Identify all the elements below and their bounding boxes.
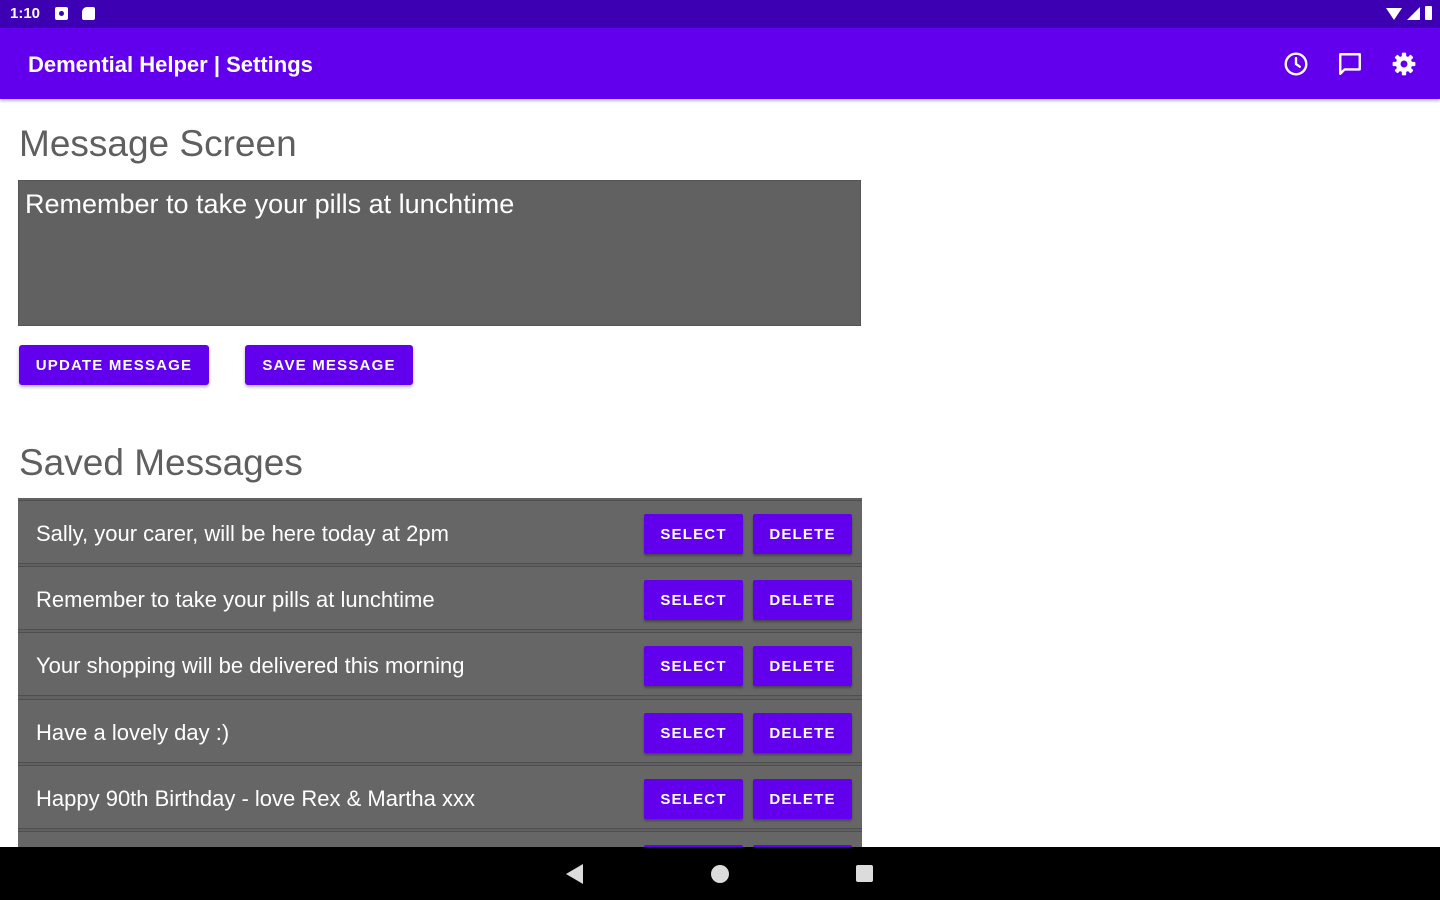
update-message-button[interactable]: UPDATE MESSAGE: [19, 345, 209, 385]
app-actions: [1278, 46, 1422, 82]
save-message-button[interactable]: SAVE MESSAGE: [245, 345, 413, 385]
home-icon[interactable]: [711, 865, 729, 883]
message-input-text: Remember to take your pills at lunchtime: [25, 189, 515, 219]
delete-button[interactable]: DELETE: [753, 646, 852, 686]
delete-button[interactable]: DELETE: [753, 580, 852, 620]
list-item-text: Remember to take your pills at lunchtime: [36, 587, 435, 612]
saved-messages-title: Saved Messages: [19, 442, 303, 483]
sd-card-icon: [82, 7, 95, 20]
recents-icon[interactable]: [856, 865, 873, 882]
status-bar: 1:10: [0, 0, 1440, 28]
list-item: Sally, your carer, will be here today at…: [18, 500, 862, 564]
list-item: Have a lovely day :) SELECT DELETE: [18, 699, 862, 763]
status-right-icons: [1386, 6, 1432, 20]
message-icon: [1339, 53, 1361, 75]
delete-button[interactable]: DELETE: [753, 779, 852, 819]
app-title: Demential Helper | Settings: [28, 52, 313, 77]
notification-icon: [55, 7, 68, 20]
clock-icon: [1284, 52, 1308, 76]
signal-icon: [1407, 7, 1420, 20]
list-item-text: Happy 90th Birthday - love Rex & Martha …: [36, 786, 475, 811]
wifi-icon: [1386, 8, 1402, 20]
list-item: SELECT DELETE: [18, 831, 862, 847]
list-item-text: Sally, your carer, will be here today at…: [36, 521, 449, 546]
status-time: 1:10: [10, 5, 41, 22]
select-button[interactable]: SELECT: [644, 779, 743, 819]
back-icon[interactable]: [566, 864, 583, 884]
select-button[interactable]: SELECT: [644, 514, 743, 554]
message-screen-title: Message Screen: [19, 123, 297, 164]
delete-button[interactable]: DELETE: [753, 514, 852, 554]
settings-icon: [1392, 52, 1416, 76]
list-item: Remember to take your pills at lunchtime…: [18, 566, 862, 630]
list-item: Your shopping will be delivered this mor…: [18, 632, 862, 696]
clock-button[interactable]: [1278, 46, 1314, 82]
battery-icon: [1425, 6, 1432, 20]
navigation-bar: [0, 847, 1440, 900]
status-left-icons: [55, 7, 95, 20]
list-item-text: Have a lovely day :): [36, 720, 230, 745]
delete-button[interactable]: DELETE: [753, 713, 852, 753]
saved-messages-list[interactable]: Sally, your carer, will be here today at…: [18, 498, 862, 847]
select-button[interactable]: SELECT: [644, 646, 743, 686]
message-button[interactable]: [1332, 46, 1368, 82]
message-input[interactable]: Remember to take your pills at lunchtime: [18, 180, 861, 326]
select-button[interactable]: SELECT: [644, 713, 743, 753]
list-item-text: Your shopping will be delivered this mor…: [36, 653, 465, 678]
app-bar: Demential Helper | Settings: [0, 28, 1440, 99]
settings-button[interactable]: [1386, 46, 1422, 82]
list-item: Happy 90th Birthday - love Rex & Martha …: [18, 765, 862, 829]
select-button[interactable]: SELECT: [644, 580, 743, 620]
